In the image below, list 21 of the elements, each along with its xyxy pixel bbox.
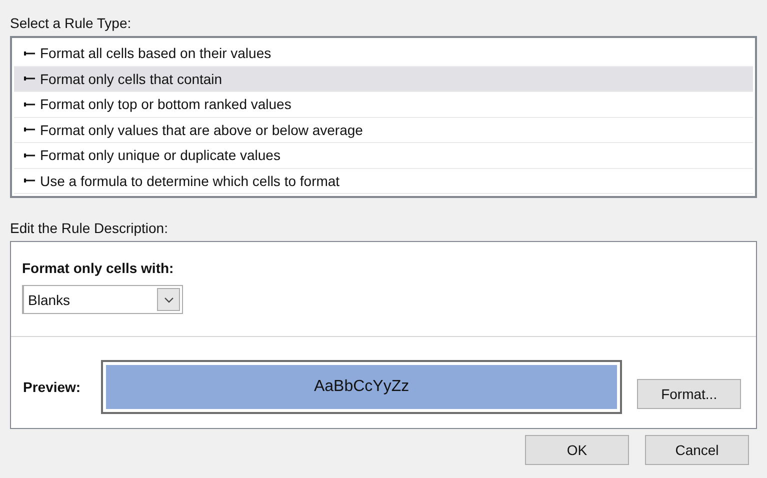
arrow-icon [24, 177, 35, 184]
arrow-icon [24, 75, 35, 82]
arrow-icon [24, 100, 35, 108]
rule-type-item[interactable]: Format only cells that contain [14, 66, 753, 92]
condition-dropdown[interactable]: Blanks [22, 285, 183, 314]
arrow-icon [24, 126, 35, 134]
cancel-button[interactable]: Cancel [645, 435, 749, 465]
preview-label: Preview: [23, 379, 82, 395]
rule-type-item[interactable]: Format only values that are above or below average [14, 118, 753, 143]
ok-button[interactable]: OK [525, 435, 629, 465]
section-heading: Edit the Rule Description: [10, 220, 168, 237]
preview-sample: AaBbCcYyZz [106, 365, 618, 409]
condition-label: Format only cells with: [22, 260, 174, 276]
format-button[interactable]: Format... [637, 378, 742, 408]
arrow-icon [24, 50, 35, 57]
chevron-down-icon [164, 296, 174, 302]
rule-type-item[interactable]: Format only top or bottom ranked values [14, 92, 753, 118]
arrow-icon [24, 152, 35, 159]
rule-type-item[interactable]: Format only unique or duplicate values [14, 143, 753, 168]
section-heading: Select a Rule Type: [10, 15, 132, 32]
rule-type-item[interactable]: Use a formula to determine which cells to format [14, 168, 753, 194]
